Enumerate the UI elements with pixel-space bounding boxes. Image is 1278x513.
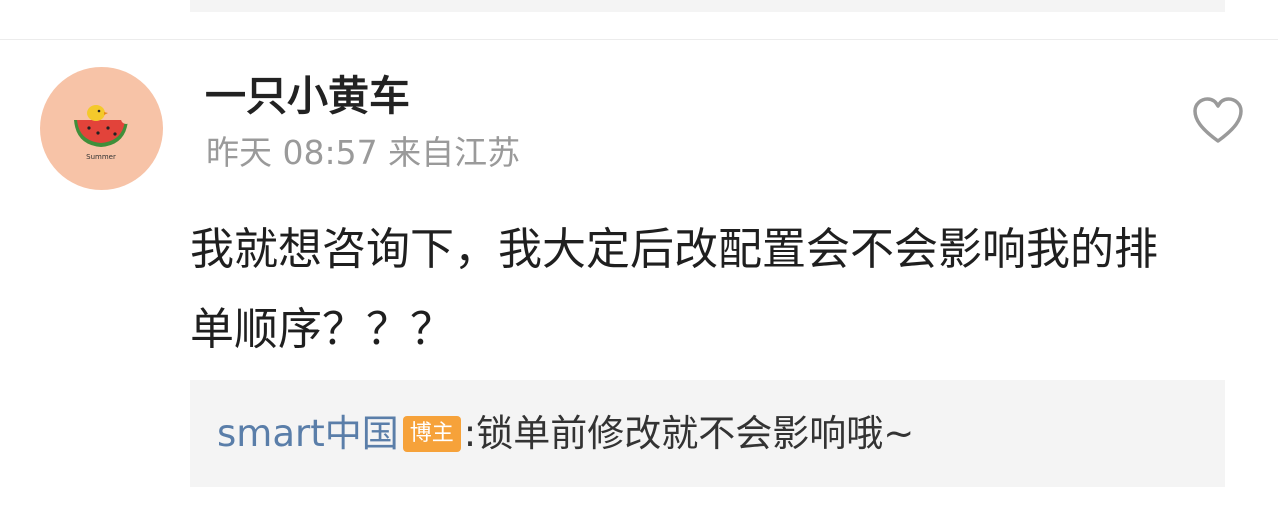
reply-line: smart中国 博主 : 锁单前修改就不会影响哦~ [217, 408, 914, 460]
watermelon-avatar-icon: Summer [74, 105, 131, 161]
blogger-badge: 博主 [402, 416, 461, 452]
reply-box[interactable]: smart中国 博主 : 锁单前修改就不会影响哦~ [190, 380, 1225, 487]
divider [0, 39, 1278, 40]
reply-author-link[interactable]: smart中国 [217, 408, 399, 460]
previous-reply-box [190, 0, 1225, 12]
like-button[interactable] [1190, 95, 1246, 147]
reply-text: 锁单前修改就不会影响哦~ [476, 412, 915, 455]
avatar[interactable]: Summer [40, 67, 163, 190]
reply-separator: : [463, 412, 477, 455]
svg-text:Summer: Summer [86, 153, 116, 161]
comment-text: 我就想咨询下，我大定后改配置会不会影响我的排单顺序？？？ [190, 224, 1158, 355]
username[interactable]: 一只小黄车 [205, 70, 410, 122]
comment-meta: 昨天 08:57 来自江苏 [206, 133, 521, 172]
heart-outline-icon [1193, 97, 1243, 143]
